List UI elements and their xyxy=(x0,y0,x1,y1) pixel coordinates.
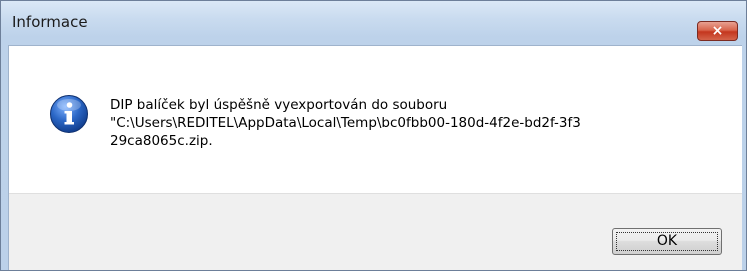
dialog-client-area: DIP balíček byl úspěšně vyexportován do … xyxy=(8,45,742,270)
window-title: Informace xyxy=(12,13,88,31)
information-icon xyxy=(50,95,88,133)
button-bar: OK xyxy=(9,193,742,270)
message-dialog: Informace × DIP balíček byl úspěšně vyex… xyxy=(0,0,747,271)
dialog-message: DIP balíček byl úspěšně vyexportován do … xyxy=(110,97,581,149)
message-area: DIP balíček byl úspěšně vyexportován do … xyxy=(9,46,742,193)
ok-button-label: OK xyxy=(656,233,678,249)
ok-button[interactable]: OK xyxy=(612,228,722,255)
close-icon: × xyxy=(711,23,724,39)
title-bar[interactable]: Informace × xyxy=(1,1,746,45)
close-button[interactable]: × xyxy=(697,21,738,41)
